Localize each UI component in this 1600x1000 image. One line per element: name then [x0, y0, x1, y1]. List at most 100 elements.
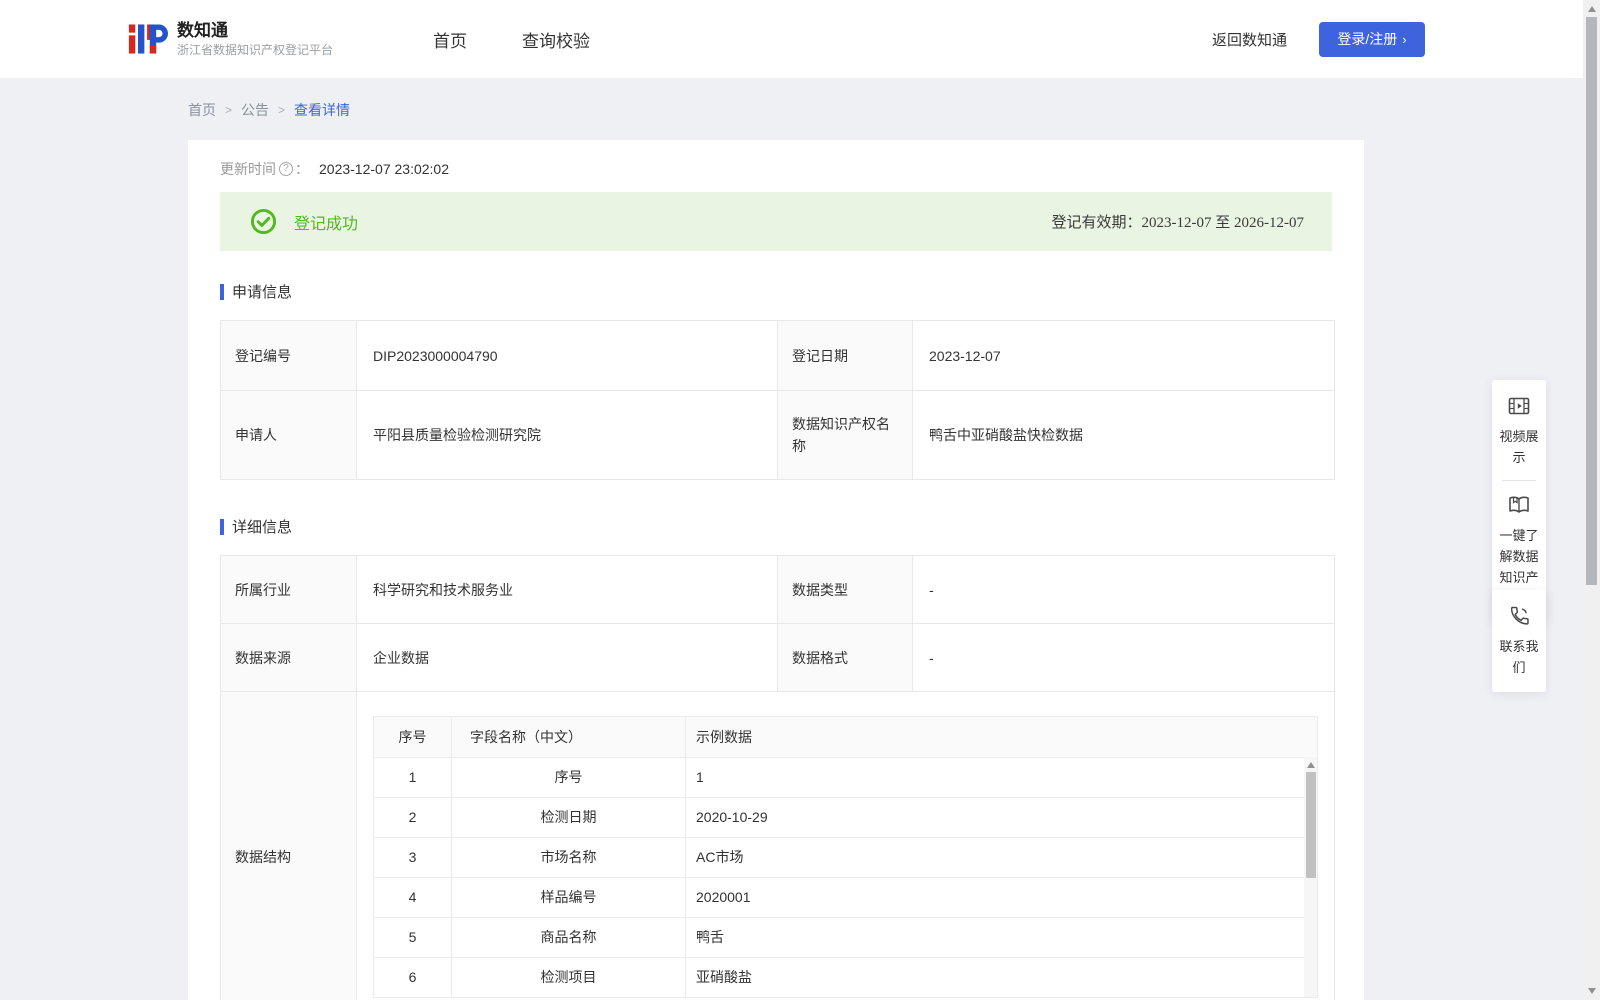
video-demo-button[interactable]: 视频展示	[1494, 394, 1544, 468]
divider	[1502, 480, 1536, 481]
chevron-right-icon: ›	[1402, 31, 1407, 47]
detail-content-card: 更新时间 ? ： 2023-12-07 23:02:02 登记成功 登记有效期：…	[188, 140, 1364, 1000]
detail-info-table: 所属行业 科学研究和技术服务业 数据类型 - 数据来源 企业数据 数据格式 - …	[220, 555, 1335, 1000]
contact-us-label: 联系我们	[1499, 639, 1539, 675]
cell-field-name: 商品名称	[451, 916, 686, 958]
data-structure-table-wrap: 序号 字段名称（中文） 示例数据 1 序号 1 2 检测日期 2020-10-2…	[373, 715, 1318, 998]
cell-field-name: 市场名称	[451, 836, 686, 878]
floating-widget-panel: 视频展示 一键了解数据知识产权	[1492, 380, 1546, 623]
contact-widget-panel: 联系我们	[1492, 590, 1546, 692]
cell-value: 鸭舌中亚硝酸盐快检数据	[912, 390, 1335, 480]
cell-field-name: 序号	[451, 756, 686, 798]
cell-value: -	[912, 555, 1335, 624]
scrollbar-down-arrow-icon[interactable]	[1587, 988, 1596, 994]
breadcrumb: 首页 > 公告 > 查看详情	[188, 100, 350, 120]
contact-us-button[interactable]: 联系我们	[1494, 604, 1544, 678]
logo[interactable]: 数知通 浙江省数据知识产权登记平台	[128, 18, 333, 60]
help-question-icon[interactable]: ?	[279, 162, 293, 176]
table-row: 5 商品名称 鸭舌	[373, 916, 1318, 958]
cell-index: 1	[373, 756, 452, 798]
nav-item-home[interactable]: 首页	[433, 27, 467, 52]
data-structure-table: 序号 字段名称（中文） 示例数据 1 序号 1 2 检测日期 2020-10-2…	[373, 715, 1318, 998]
apply-info-table: 登记编号 DIP2023000004790 登记日期 2023-12-07 申请…	[220, 320, 1335, 480]
cell-label: 登记日期	[777, 320, 913, 391]
cell-value: 科学研究和技术服务业	[356, 555, 778, 624]
cell-value: -	[912, 623, 1335, 692]
update-time-row: 更新时间 ? ： 2023-12-07 23:02:02	[220, 158, 1332, 180]
back-to-shuzhitong-link[interactable]: 返回数知通	[1212, 29, 1287, 50]
breadcrumb-separator-icon: >	[225, 103, 233, 117]
logo-text: 数知通 浙江省数据知识产权登记平台	[177, 20, 333, 58]
open-book-icon	[1509, 496, 1529, 513]
cell-sample: 2020001	[685, 876, 1318, 918]
cell-label: 申请人	[220, 390, 357, 480]
success-check-icon	[250, 208, 277, 235]
cell-label: 数据格式	[777, 623, 913, 692]
cell-field-name: 样品编号	[451, 876, 686, 918]
section-accent-bar	[220, 283, 224, 300]
logo-title: 数知通	[177, 21, 228, 40]
table-row: 所属行业 科学研究和技术服务业 数据类型 -	[220, 555, 1335, 624]
cell-sample: 2020-10-29	[685, 796, 1318, 838]
table-row: 3 市场名称 AC市场	[373, 836, 1318, 878]
cell-index: 2	[373, 796, 452, 838]
column-header-sample: 示例数据	[685, 715, 1318, 758]
cell-label: 数据来源	[220, 623, 357, 692]
top-navigation-bar: 数知通 浙江省数据知识产权登记平台 首页 查询校验 返回数知通 登录/注册 ›	[0, 0, 1583, 78]
table-row: 6 检测项目 亚硝酸盐	[373, 956, 1318, 998]
cell-label: 数据知识产权名称	[777, 390, 913, 480]
cell-label: 所属行业	[220, 555, 357, 624]
table-row: 2 检测日期 2020-10-29	[373, 796, 1318, 838]
section-detail-info-header: 详细信息	[220, 516, 1332, 537]
breadcrumb-separator-icon: >	[278, 103, 286, 117]
cell-value: DIP2023000004790	[356, 320, 778, 391]
section-accent-bar	[220, 518, 224, 535]
scrollbar-up-arrow-icon[interactable]	[1306, 761, 1315, 768]
cell-field-name: 检测项目	[451, 956, 686, 998]
column-header-index: 序号	[373, 715, 452, 758]
scrollbar-thumb[interactable]	[1305, 771, 1316, 878]
registration-status-text: 登记成功	[294, 215, 359, 233]
table-header-row: 序号 字段名称（中文） 示例数据	[373, 715, 1318, 758]
update-time-label: 更新时间	[220, 161, 276, 177]
update-time-value: 2023-12-07 23:02:02	[319, 161, 449, 177]
cell-label: 数据结构	[220, 691, 357, 1000]
video-demo-label: 视频展示	[1499, 429, 1539, 465]
cell-value: 平阳县质量检验检测研究院	[356, 390, 778, 480]
table-row: 4 样品编号 2020001	[373, 876, 1318, 918]
phone-icon	[1510, 606, 1529, 625]
page-scrollbar[interactable]	[1583, 0, 1600, 1000]
logo-subtitle: 浙江省数据知识产权登记平台	[177, 43, 334, 57]
nav-item-verify[interactable]: 查询校验	[522, 27, 590, 52]
structure-table-scrollbar[interactable]	[1304, 756, 1317, 997]
cell-index: 5	[373, 916, 452, 958]
column-header-field-name: 字段名称（中文）	[451, 715, 686, 758]
cell-field-name: 检测日期	[451, 796, 686, 838]
breadcrumb-announcements[interactable]: 公告	[241, 100, 269, 120]
registration-success-banner: 登记成功 登记有效期：2023-12-07 至 2026-12-07	[220, 192, 1332, 251]
data-structure-cell: 序号 字段名称（中文） 示例数据 1 序号 1 2 检测日期 2020-10-2…	[356, 691, 1335, 1000]
scrollbar-thumb[interactable]	[1586, 17, 1597, 585]
scrollbar-up-arrow-icon[interactable]	[1587, 6, 1596, 12]
table-row: 1 序号 1	[373, 756, 1318, 798]
registration-validity-text: 登记有效期：2023-12-07 至 2026-12-07	[1051, 215, 1304, 231]
section-apply-info-title: 申请信息	[232, 284, 293, 301]
table-row: 数据来源 企业数据 数据格式 -	[220, 623, 1335, 692]
top-right-actions: 返回数知通 登录/注册 ›	[1212, 21, 1425, 57]
breadcrumb-current-page: 查看详情	[294, 102, 351, 118]
cell-value: 2023-12-07	[912, 320, 1335, 391]
section-apply-info-header: 申请信息	[220, 281, 1332, 302]
cell-sample: AC市场	[685, 836, 1318, 878]
breadcrumb-home[interactable]: 首页	[188, 100, 216, 120]
section-detail-info-title: 详细信息	[232, 519, 293, 536]
login-register-button[interactable]: 登录/注册 ›	[1319, 21, 1425, 57]
cell-sample: 1	[685, 756, 1318, 798]
table-row: 申请人 平阳县质量检验检测研究院 数据知识产权名称 鸭舌中亚硝酸盐快检数据	[220, 390, 1335, 480]
main-nav: 首页 查询校验	[378, 27, 590, 52]
cell-index: 3	[373, 836, 452, 878]
table-row: 登记编号 DIP2023000004790 登记日期 2023-12-07	[220, 320, 1335, 391]
cell-index: 6	[373, 956, 452, 998]
cell-sample: 鸭舌	[685, 916, 1318, 958]
cell-index: 4	[373, 876, 452, 918]
table-row-data-structure: 数据结构 序号 字段名称（中文） 示例数据 1 序号 1 2 检测日期 2020…	[220, 691, 1335, 1000]
